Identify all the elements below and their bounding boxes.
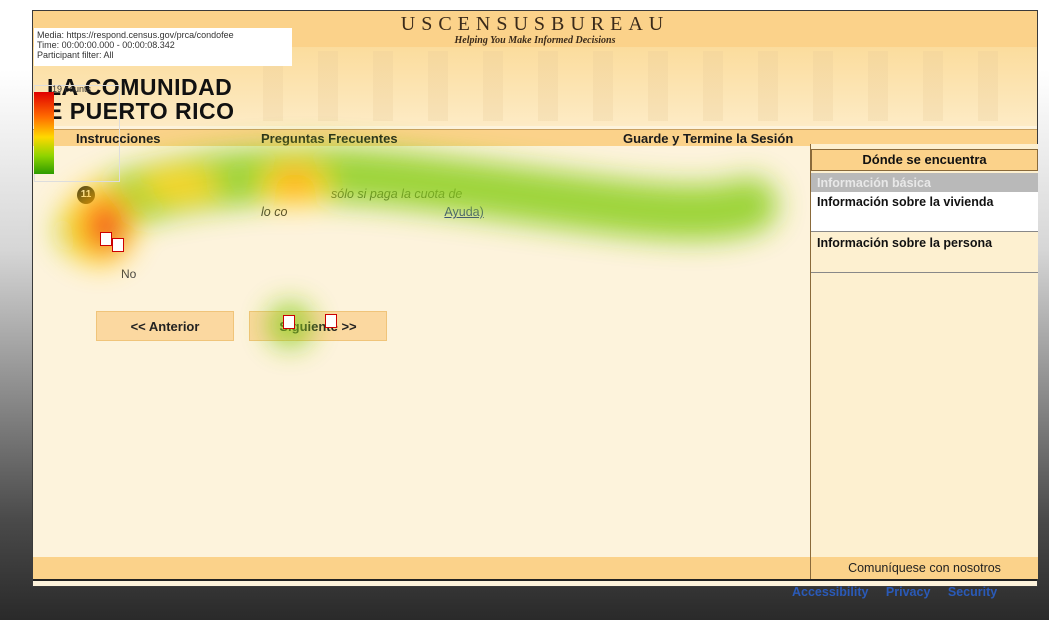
sidebar-header: Dónde se encuentra bbox=[811, 149, 1038, 171]
tracking-filter: Participant filter: All bbox=[37, 50, 114, 60]
tracking-info-box: Media: https://respond.census.gov/prca/c… bbox=[34, 28, 292, 66]
question-number-icon: 11 bbox=[77, 186, 95, 204]
banner-texture bbox=[263, 51, 1033, 121]
privacy-link[interactable]: Privacy bbox=[886, 585, 930, 599]
heatmap-legend-scale bbox=[34, 92, 54, 174]
sidebar-item-person-info: Información sobre la persona bbox=[811, 233, 1038, 273]
question-text-line1: sólo si paga la cuota de bbox=[331, 187, 463, 201]
click-marker-4 bbox=[325, 314, 337, 328]
sidebar-item-basic-info: Información básica bbox=[811, 173, 1038, 192]
previous-button[interactable]: << Anterior bbox=[96, 311, 234, 341]
top-nav: Instrucciones Preguntas Frecuentes Guard… bbox=[33, 129, 811, 146]
heatmap-count-label: 19 counts bbox=[52, 84, 92, 94]
next-button[interactable]: Siguiente >> bbox=[249, 311, 387, 341]
question-text-line2: lo co Ayuda) bbox=[261, 205, 484, 219]
sidebar-item-housing-info: Información sobre la vivienda bbox=[811, 192, 1038, 232]
accessibility-link[interactable]: Accessibility bbox=[792, 585, 868, 599]
footer-links: Accessibility Privacy Security bbox=[778, 585, 997, 599]
tracking-time: Time: 00:00:00.000 - 00:00:08.342 bbox=[37, 40, 175, 50]
footer-divider bbox=[33, 579, 1037, 581]
nav-save-exit-link[interactable]: Guarde y Termine la Sesión bbox=[623, 131, 793, 146]
click-marker-3 bbox=[283, 315, 295, 329]
progress-sidebar: Dónde se encuentra Información básica In… bbox=[810, 144, 1038, 557]
survey-page: USCENSUSBUREAU Helping You Make Informed… bbox=[32, 10, 1038, 587]
nav-faq-link[interactable]: Preguntas Frecuentes bbox=[261, 131, 398, 146]
question-text-fragment: lo co bbox=[261, 205, 288, 219]
answer-no-label[interactable]: No bbox=[121, 267, 136, 281]
contact-link[interactable]: Comuníquese con nosotros bbox=[810, 557, 1038, 579]
click-marker-1 bbox=[100, 232, 112, 246]
security-link[interactable]: Security bbox=[948, 585, 997, 599]
help-link[interactable]: Ayuda) bbox=[444, 205, 483, 219]
footer-bar bbox=[33, 557, 811, 579]
tracking-media-url: Media: https://respond.census.gov/prca/c… bbox=[37, 30, 234, 40]
click-marker-2 bbox=[112, 238, 124, 252]
